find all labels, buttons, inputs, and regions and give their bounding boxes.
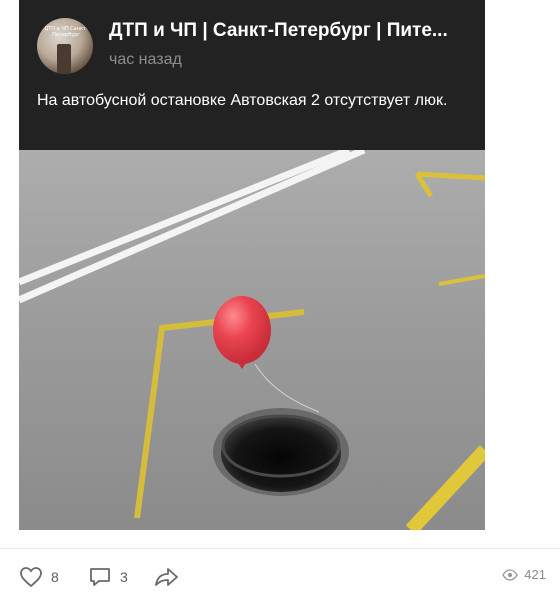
avatar-tower-graphic — [57, 44, 71, 74]
like-count: 8 — [51, 569, 59, 585]
post-card: ДТП и ЧП Санкт-Петербург ДТП и ЧП | Санк… — [19, 0, 485, 530]
view-count: 421 — [524, 567, 546, 582]
comment-count: 3 — [120, 569, 128, 585]
post-header: ДТП и ЧП Санкт-Петербург ДТП и ЧП | Санк… — [19, 0, 485, 150]
post-time[interactable]: час назад — [109, 51, 182, 69]
post-photo[interactable] — [19, 150, 485, 530]
post-footer: 8 3 421 — [0, 548, 560, 601]
like-button[interactable]: 8 — [19, 565, 59, 589]
channel-avatar[interactable]: ДТП и ЧП Санкт-Петербург — [37, 18, 93, 74]
eye-icon — [502, 568, 519, 581]
open-manhole — [221, 416, 341, 492]
heart-icon — [20, 567, 42, 588]
view-counter: 421 — [502, 567, 546, 582]
comment-button[interactable]: 3 — [88, 565, 128, 589]
share-button[interactable] — [154, 565, 180, 589]
post-text: На автобусной остановке Автовская 2 отсу… — [37, 92, 448, 109]
road-photo-illustration — [19, 150, 485, 530]
avatar-text: ДТП и ЧП Санкт-Петербург — [44, 26, 88, 38]
comment-icon — [90, 568, 110, 586]
share-icon — [155, 568, 178, 586]
red-balloon — [213, 296, 271, 364]
channel-name[interactable]: ДТП и ЧП | Санкт-Петербург | Пите... — [109, 20, 469, 42]
